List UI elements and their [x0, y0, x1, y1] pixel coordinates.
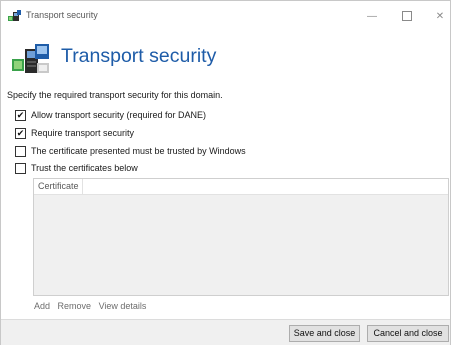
close-icon: ✕: [435, 10, 445, 22]
window-title: Transport security: [26, 10, 98, 20]
certificate-list[interactable]: Certificate: [33, 178, 449, 296]
save-and-close-button[interactable]: Save and close: [289, 325, 360, 342]
view-details-link[interactable]: View details: [99, 301, 147, 311]
minimize-icon: —: [367, 10, 377, 22]
dialog-footer: Save and close Cancel and close: [1, 319, 450, 345]
option-label: Require transport security: [31, 128, 135, 138]
add-link[interactable]: Add: [34, 301, 50, 311]
remove-link[interactable]: Remove: [58, 301, 92, 311]
checkbox-allow-transport-security[interactable]: ✔: [15, 109, 26, 121]
option-require-transport-security[interactable]: ✔ Require transport security: [15, 127, 134, 139]
certificate-actions: Add Remove View details: [34, 301, 151, 311]
transport-security-icon: [12, 44, 49, 73]
checkbox-trust-certificates-below[interactable]: [15, 162, 26, 174]
checkbox-trusted-by-windows[interactable]: [15, 145, 26, 157]
option-trusted-by-windows[interactable]: The certificate presented must be truste…: [15, 145, 246, 157]
option-label: The certificate presented must be truste…: [31, 146, 246, 156]
transport-security-window: Transport security — ✕ Transport securit…: [0, 0, 451, 345]
option-label: Allow transport security (required for D…: [31, 110, 207, 120]
maximize-icon: [402, 11, 412, 21]
app-icon: [8, 10, 21, 21]
option-trust-certificates-below[interactable]: Trust the certificates below: [15, 162, 138, 174]
cancel-and-close-button[interactable]: Cancel and close: [367, 325, 449, 342]
column-header-certificate[interactable]: Certificate: [34, 179, 83, 194]
checkmark-icon: ✔: [16, 109, 25, 120]
instructions-text: Specify the required transport security …: [7, 90, 223, 100]
option-allow-transport-security[interactable]: ✔ Allow transport security (required for…: [15, 109, 206, 121]
minimize-button[interactable]: —: [353, 1, 391, 31]
checkmark-icon: ✔: [16, 127, 25, 138]
page-title: Transport security: [61, 45, 217, 67]
title-bar[interactable]: Transport security — ✕: [1, 1, 450, 31]
checkbox-require-transport-security[interactable]: ✔: [15, 127, 26, 139]
certificate-list-header: Certificate: [34, 179, 448, 195]
close-button[interactable]: ✕: [421, 1, 451, 31]
option-label: Trust the certificates below: [31, 163, 138, 173]
